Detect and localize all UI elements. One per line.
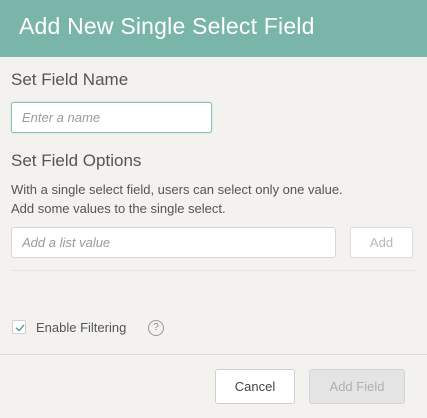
checkmark-icon <box>15 324 25 332</box>
field-name-heading: Set Field Name <box>11 70 129 89</box>
question-mark-icon[interactable]: ? <box>148 320 164 336</box>
enable-filtering-label: Enable Filtering <box>36 320 127 335</box>
enable-filtering-checkbox[interactable] <box>12 320 26 334</box>
add-field-button[interactable]: Add Field <box>309 369 405 404</box>
footer-divider <box>0 354 427 355</box>
add-field-dialog: Add New Single Select Field Set Field Na… <box>0 0 427 418</box>
dialog-header: Add New Single Select Field <box>0 0 427 57</box>
field-options-heading: Set Field Options <box>11 151 142 170</box>
add-value-button[interactable]: Add <box>350 227 413 258</box>
list-value-input[interactable] <box>11 227 336 258</box>
options-divider <box>11 270 416 271</box>
field-name-input[interactable] <box>11 102 212 133</box>
description-line-1: With a single select field, users can se… <box>11 182 343 197</box>
description-line-2: Add some values to the single select. <box>11 201 226 216</box>
cancel-button[interactable]: Cancel <box>215 369 295 404</box>
dialog-title: Add New Single Select Field <box>19 13 315 39</box>
field-options-description: With a single select field, users can se… <box>11 180 416 218</box>
